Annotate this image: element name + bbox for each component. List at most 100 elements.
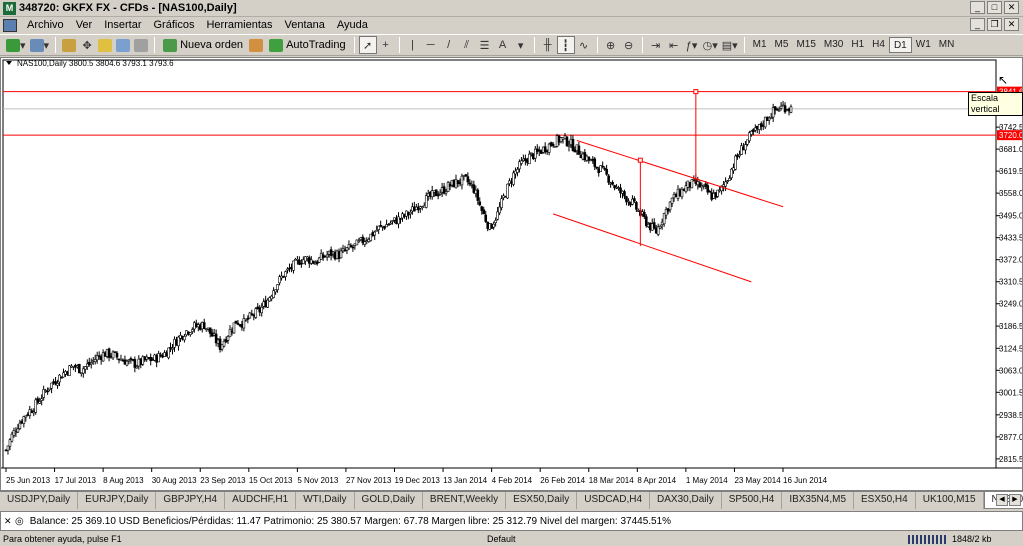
x-tick-label: 1 May 2014 [686, 476, 728, 485]
chart-tab-esx50-daily[interactable]: ESX50,Daily [506, 492, 578, 509]
periods-button[interactable]: ◷▾ [701, 36, 720, 54]
timeframe-m1[interactable]: M1 [749, 37, 771, 53]
candle [83, 366, 87, 370]
timeframe-w1[interactable]: W1 [912, 37, 935, 53]
zoom-out-button[interactable]: ⊖ [620, 36, 638, 54]
tester-button[interactable] [132, 36, 150, 54]
y-tick-label: 3186.5 [999, 322, 1022, 331]
tab-scroll-right-button[interactable]: ▶ [1009, 494, 1021, 506]
menu-ayuda[interactable]: Ayuda [331, 18, 374, 33]
chart-tab-usdcad-h4[interactable]: USDCAD,H4 [577, 492, 651, 509]
fibonacci-button[interactable]: ☰ [476, 36, 494, 54]
candle [512, 172, 515, 185]
metaeditor-icon [249, 38, 264, 52]
y-tick-label: 3001.5 [999, 388, 1022, 397]
mdi-minimize-button[interactable]: _ [970, 18, 985, 31]
metaeditor-button[interactable] [247, 36, 265, 54]
shapes-button[interactable]: ▾ [512, 36, 530, 54]
chart-tab-audchf-h1[interactable]: AUDCHF,H1 [225, 492, 297, 509]
close-button[interactable]: ✕ [1004, 1, 1019, 14]
chart-tab-brent-weekly[interactable]: BRENT,Weekly [423, 492, 507, 509]
timeframe-m5[interactable]: M5 [771, 37, 793, 53]
new-chart-button[interactable]: ▾ [4, 36, 28, 54]
chart-tab-uk100-m15[interactable]: UK100,M15 [916, 492, 984, 509]
candle [595, 166, 599, 169]
candle [789, 106, 793, 113]
candle [113, 351, 117, 354]
chart-tab-esx50-h4[interactable]: ESX50,H4 [854, 492, 916, 509]
profiles-button[interactable]: ▾ [28, 36, 52, 54]
timeframe-mn[interactable]: MN [935, 37, 959, 53]
chart-canvas[interactable]: NAS100,Daily 3800.5 3804.6 3793.1 3793.6… [1, 58, 1022, 490]
candle [40, 398, 43, 401]
timeframe-h1[interactable]: H1 [847, 37, 868, 53]
chart-tab-ibx35n4-m5[interactable]: IBX35N4,M5 [782, 492, 855, 509]
bar-chart-icon: ╫ [543, 39, 552, 51]
candle [254, 308, 258, 318]
chart-tab-usdjpy-daily[interactable]: USDJPY,Daily [0, 492, 79, 509]
trendline-button[interactable]: / [440, 36, 458, 54]
anchor-point[interactable] [693, 89, 699, 95]
chart-tab-eurjpy-daily[interactable]: EURJPY,Daily [78, 492, 157, 509]
horizontal-line-button[interactable]: ─ [422, 36, 440, 54]
candle [276, 284, 279, 291]
terminal-button[interactable] [114, 36, 132, 54]
timeframe-m30[interactable]: M30 [820, 37, 847, 53]
candle [652, 222, 656, 229]
crosshair-tool-button[interactable]: + [377, 36, 395, 54]
menu-archivo[interactable]: Archivo [21, 18, 70, 33]
chart-tab-gold-daily[interactable]: GOLD,Daily [355, 492, 423, 509]
chart-tab-dax30-daily[interactable]: DAX30,Daily [650, 492, 722, 509]
account-summary: Balance: 25 369.10 USD Beneficios/Pérdid… [29, 515, 672, 527]
navigator-button[interactable] [96, 36, 114, 54]
timeframe-h4[interactable]: H4 [868, 37, 889, 53]
chart-window[interactable]: NAS100,Daily 3800.5 3804.6 3793.1 3793.6… [0, 57, 1023, 491]
chart-tab-wti-daily[interactable]: WTI,Daily [296, 492, 355, 509]
chart-tab-sp500-h4[interactable]: SP500,H4 [722, 492, 783, 509]
mdi-close-button[interactable]: ✕ [1004, 18, 1019, 31]
line-chart-button[interactable]: ∿ [575, 36, 593, 54]
zoom-in-button[interactable]: ⊕ [602, 36, 620, 54]
text-tool-button[interactable]: A [494, 36, 512, 54]
terminal-close-icon[interactable]: ✕ [4, 516, 13, 526]
candlestick-button[interactable]: ┇ [556, 36, 575, 54]
candle [115, 352, 119, 358]
autotrading-button[interactable]: AutoTrading [265, 36, 350, 54]
channel-icon: ⫽ [464, 38, 470, 51]
anchor-point[interactable] [637, 157, 643, 163]
mdi-restore-button[interactable]: ❐ [987, 18, 1002, 31]
terminal-icon [116, 38, 131, 52]
auto-scroll-button[interactable]: ⇥ [647, 36, 665, 54]
vertical-line-button[interactable]: | [404, 36, 422, 54]
chart-shift-button[interactable]: ⇤ [665, 36, 683, 54]
minimize-button[interactable]: _ [970, 1, 985, 14]
timeframe-m15[interactable]: M15 [792, 37, 819, 53]
candle [171, 347, 174, 350]
new-order-button[interactable]: Nueva orden [159, 36, 247, 54]
cursor-tool-button[interactable]: ➚ [358, 36, 377, 54]
chart-window-icon[interactable] [3, 19, 17, 32]
candle [191, 329, 194, 332]
candle [274, 289, 277, 293]
candle [50, 382, 53, 389]
data-window-button[interactable]: ✥ [78, 36, 96, 54]
indicators-button[interactable]: ƒ▾ [683, 36, 701, 54]
tab-scroll-left-button[interactable]: ◀ [996, 494, 1008, 506]
templates-button[interactable]: ▤▾ [720, 36, 740, 54]
equidistant-channel-button[interactable]: ⫽ [458, 36, 476, 54]
candle [476, 189, 480, 201]
chart-tab-gbpjpy-h4[interactable]: GBPJPY,H4 [156, 492, 226, 509]
maximize-button[interactable]: □ [987, 1, 1002, 14]
menu-graficos[interactable]: Gráficos [148, 18, 201, 33]
timeframe-d1[interactable]: D1 [888, 37, 912, 53]
y-tick-label: 3495.0 [999, 212, 1022, 221]
menu-ver[interactable]: Ver [70, 18, 99, 33]
vertical-line-icon: | [411, 39, 415, 51]
x-tick-label: 15 Oct 2013 [249, 476, 293, 485]
window-title: 348720: GKFX FX - CFDs - [NAS100,Daily] [19, 2, 237, 14]
bar-chart-button[interactable]: ╫ [539, 36, 557, 54]
menu-insertar[interactable]: Insertar [98, 18, 147, 33]
menu-ventana[interactable]: Ventana [279, 18, 331, 33]
menu-herramientas[interactable]: Herramientas [200, 18, 278, 33]
market-watch-button[interactable] [60, 36, 78, 54]
